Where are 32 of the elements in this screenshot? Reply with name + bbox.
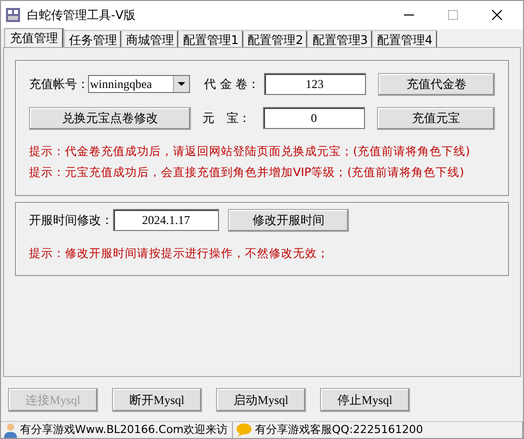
mysql-button[interactable]: 停止Mysql [320,388,410,412]
account-dropdown[interactable]: winningqbea [88,75,190,93]
voucher-label: 代 金 卷： [204,76,260,93]
tab[interactable]: 配置管理1 [178,30,243,47]
mysql-button[interactable]: 启动Mysql [216,388,306,412]
status-text: 有分享游戏客服QQ:2225161200 [255,422,424,438]
hint-text: 提示：元宝充值成功后，会直接充值到角色并增加VIP等级；(充值前请将角色下线) [29,164,466,182]
status-text: 有分享游戏Www.BL20166.Com欢迎来访 [20,422,228,438]
tab[interactable]: 任务管理 [64,30,121,47]
window-title: 白蛇传管理工具-V版 [27,7,136,24]
hint-text: 提示：修改开服时间请按提示进行操作，不然修改无效； [29,245,330,262]
recharge-voucher-button[interactable]: 充值代金卷 [378,72,495,96]
mysql-button[interactable]: 断开Mysql [112,388,202,412]
yuanbao-field[interactable]: 0 [262,107,365,129]
close-icon[interactable] [492,10,502,20]
modify-open-time-button[interactable]: 修改开服时间 [228,208,349,232]
recharge-yuanbao-button[interactable]: 充值元宝 [376,106,495,130]
account-label: 充值帐号： [29,76,88,93]
tab[interactable]: 配置管理2 [242,30,308,47]
app-icon [6,8,20,22]
open-time-field[interactable]: 2024.1.17 [113,209,219,231]
user-icon [4,422,17,438]
open-time-label: 开服时间修改： [29,212,113,229]
tab[interactable]: 商城管理 [121,30,178,47]
hint-text: 提示：代金卷充值成功后，请返回网站登陆页面兑换成元宝；(充值前请将角色下线) [29,143,471,160]
chat-bubble-icon [236,423,252,437]
exchange-button[interactable]: 兑换元宝点卷修改 [29,106,191,130]
tab[interactable]: 充值管理 [4,28,64,47]
yuanbao-label: 元 宝： [202,110,252,127]
tab[interactable]: 配置管理4 [372,30,437,47]
tab[interactable]: 配置管理3 [307,30,372,47]
voucher-field[interactable]: 123 [264,73,366,95]
